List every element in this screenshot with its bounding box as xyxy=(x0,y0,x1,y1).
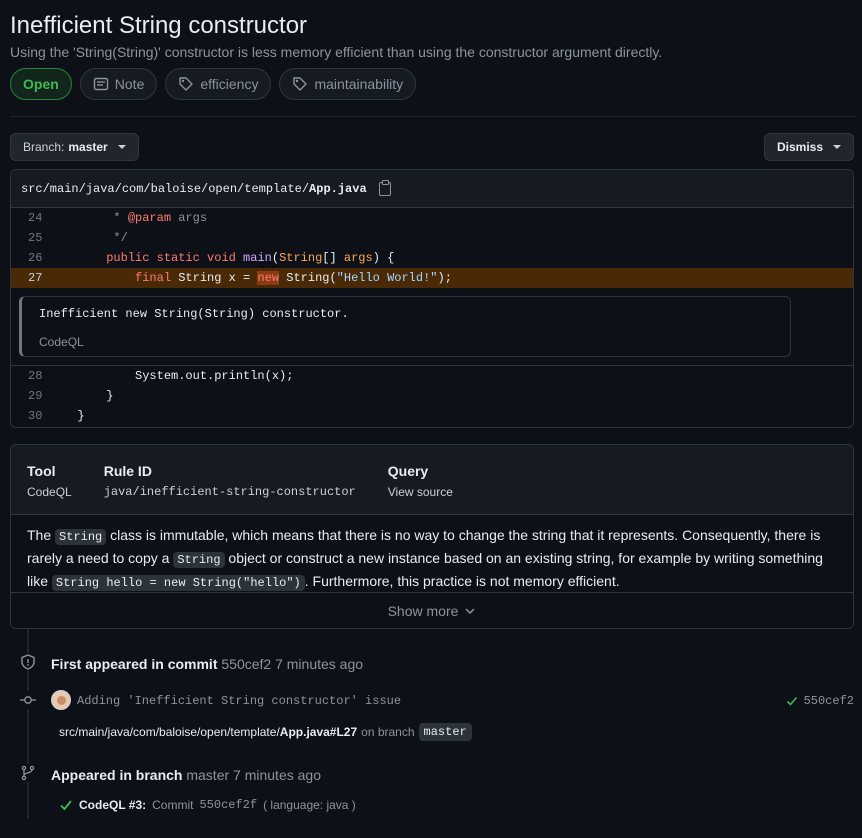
rule-id-field: Rule ID java/inefficient-string-construc… xyxy=(103,463,356,499)
page-title: Inefficient String constructor xyxy=(10,12,308,39)
severity-label: Note xyxy=(114,76,145,92)
branch-tag[interactable]: master xyxy=(418,723,472,741)
code-line: 24 * @param args xyxy=(28,211,208,225)
chevron-down-icon xyxy=(833,145,841,149)
tool-field: Tool CodeQL xyxy=(27,463,72,499)
branch-icon xyxy=(19,764,37,782)
commit-sha[interactable]: 550cef2 xyxy=(786,694,854,708)
divider xyxy=(10,116,856,117)
chevron-down-icon xyxy=(465,607,475,614)
tag-label: efficiency xyxy=(200,76,259,92)
dismiss-button[interactable]: Dismiss xyxy=(763,133,854,161)
tag-icon xyxy=(179,77,194,91)
check-icon xyxy=(786,696,797,706)
severity-badge: Note xyxy=(79,68,158,100)
tag-label: maintainability xyxy=(314,76,404,92)
code-alert: Inefficient new String(String) construct… xyxy=(19,296,791,357)
code-line: 25 */ xyxy=(28,231,128,245)
view-source-link[interactable]: View source xyxy=(388,485,453,499)
branch-name: master xyxy=(68,140,108,154)
rule-meta: Tool CodeQL Rule ID java/inefficient-str… xyxy=(11,445,853,515)
query-field: Query View source xyxy=(387,463,453,499)
code-line: 30 } xyxy=(28,409,85,423)
chevron-down-icon xyxy=(117,145,126,149)
location-line: src/main/java/com/baloise/open/template/… xyxy=(59,723,472,741)
page-subtitle: Using the 'String(String)' constructor i… xyxy=(10,44,663,60)
note-icon xyxy=(93,77,108,91)
file-header: src/main/java/com/baloise/open/template/… xyxy=(11,170,853,208)
copy-icon[interactable] xyxy=(378,179,391,196)
code-line: 26 public static void main(String[] args… xyxy=(28,251,395,265)
tag-efficiency[interactable]: efficiency xyxy=(165,68,272,100)
rule-details: Tool CodeQL Rule ID java/inefficient-str… xyxy=(10,444,854,629)
code-line: 29 } xyxy=(28,389,114,403)
shield-icon xyxy=(19,653,37,671)
branch-select-button[interactable]: Branch: master xyxy=(10,133,139,161)
check-run-name[interactable]: CodeQL #3: xyxy=(79,798,146,812)
alert-message: Inefficient new String(String) construct… xyxy=(39,307,349,321)
tag-maintainability[interactable]: maintainability xyxy=(279,68,417,100)
commit-message[interactable]: Adding 'Inefficient String constructor' … xyxy=(77,694,401,708)
avatar[interactable] xyxy=(51,690,71,710)
label-bar: Open Note efficiency maintainability xyxy=(10,68,417,100)
dismiss-label: Dismiss xyxy=(776,140,823,154)
check-icon xyxy=(60,800,72,811)
branch-prefix: Branch: xyxy=(23,140,65,154)
show-more-button[interactable]: Show more xyxy=(11,593,853,628)
commit-icon xyxy=(19,691,37,709)
code-line: 28 System.out.println(x); xyxy=(28,369,294,383)
status-label: Open xyxy=(23,76,59,92)
status-badge: Open xyxy=(10,68,72,100)
tag-icon xyxy=(293,77,308,91)
location-link[interactable]: src/main/java/com/baloise/open/template/… xyxy=(59,725,357,739)
code-snippet: src/main/java/com/baloise/open/template/… xyxy=(10,169,854,428)
alert-source: CodeQL xyxy=(39,335,84,349)
first-appeared-event: First appeared in commit 550cef2 7 minut… xyxy=(51,656,364,672)
file-path[interactable]: src/main/java/com/baloise/open/template/… xyxy=(21,182,367,196)
check-run: CodeQL #3: Commit 550cef2f ( language: j… xyxy=(59,798,356,812)
code-line-highlighted: 27 final String x = new String("Hello Wo… xyxy=(11,268,853,288)
appeared-branch-event: Appeared in branch master 7 minutes ago xyxy=(51,767,321,783)
rule-description: The String class is immutable, which mea… xyxy=(11,515,853,593)
